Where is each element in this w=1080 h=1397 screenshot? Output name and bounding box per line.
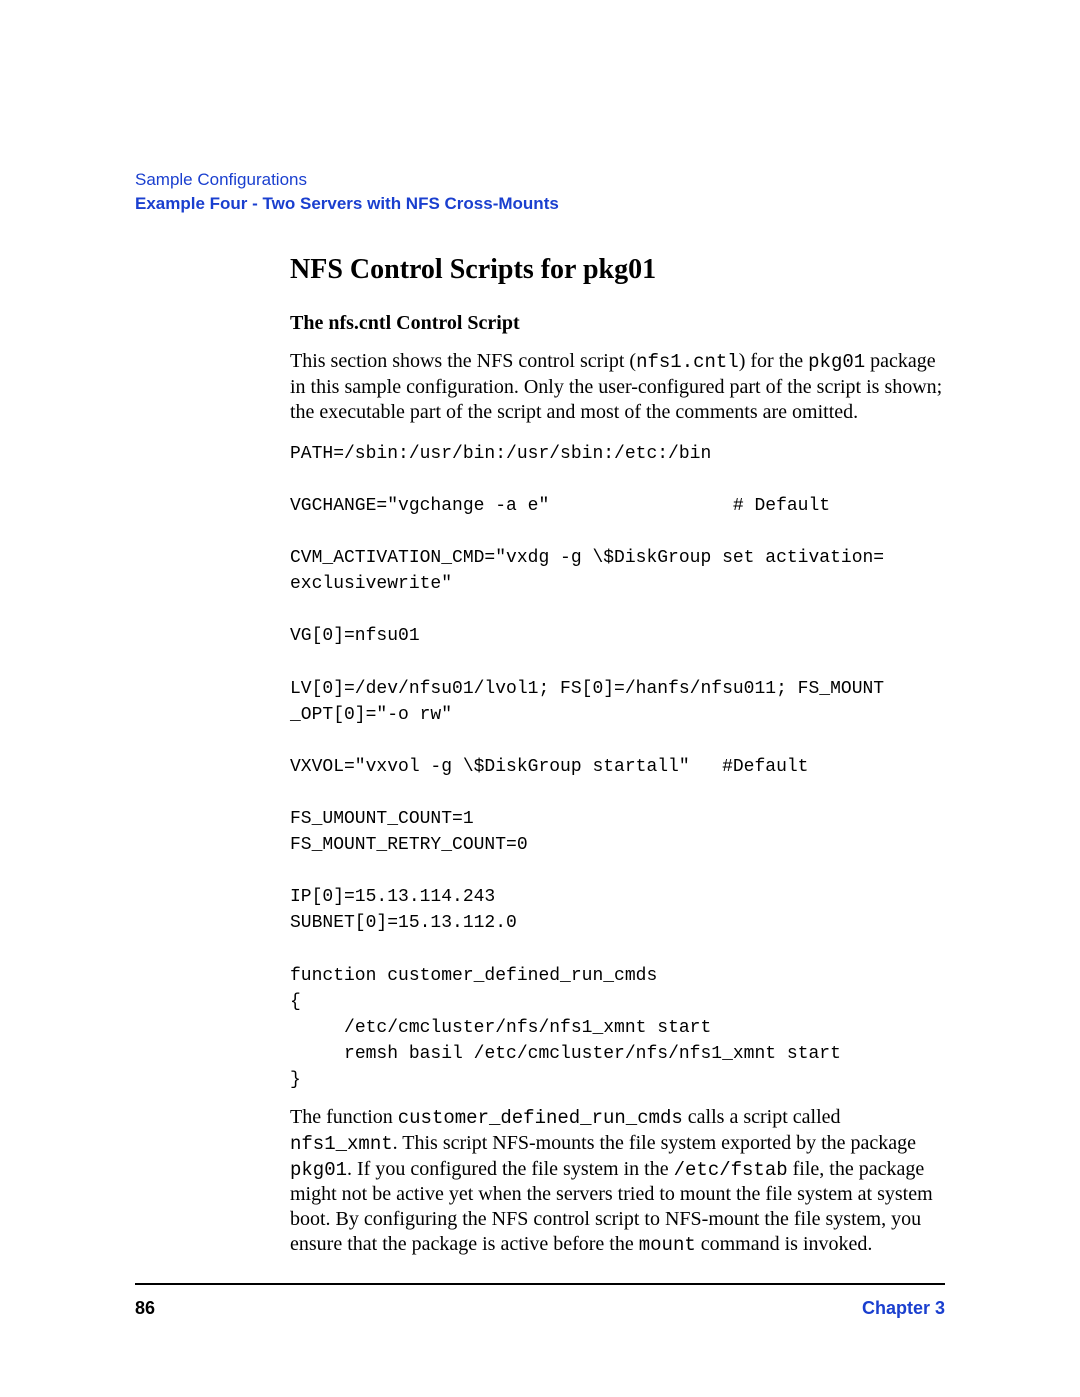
page-number: 86 (135, 1298, 155, 1319)
footer: 86 Chapter 3 (135, 1298, 945, 1319)
code-block: PATH=/sbin:/usr/bin:/usr/sbin:/etc:/bin … (290, 441, 945, 1093)
breadcrumb: Sample Configurations (135, 170, 945, 190)
closing-pre: The function (290, 1106, 398, 1128)
inline-code-nfs1xmnt: nfs1_xmnt (290, 1133, 393, 1155)
page: Sample Configurations Example Four - Two… (0, 0, 1080, 1397)
section-subheading: The nfs.cntl Control Script (290, 312, 945, 335)
inline-code-fstab: /etc/fstab (674, 1159, 788, 1181)
closing-paragraph: The function customer_defined_run_cmds c… (290, 1105, 945, 1258)
chapter-label[interactable]: Chapter 3 (862, 1298, 945, 1319)
inline-code-nfs1cntl: nfs1.cntl (636, 351, 739, 373)
inline-code-pkg01b: pkg01 (290, 1159, 347, 1181)
footer-rule (135, 1283, 945, 1285)
closing-mid1: calls a script called (683, 1106, 841, 1128)
content-area: NFS Control Scripts for pkg01 The nfs.cn… (290, 254, 945, 1258)
header-title: Example Four - Two Servers with NFS Cros… (135, 194, 945, 214)
closing-post: command is invoked. (696, 1233, 873, 1255)
intro-text-pre: This section shows the NFS control scrip… (290, 350, 636, 372)
section-heading: NFS Control Scripts for pkg01 (290, 254, 945, 286)
closing-mid2: . This script NFS-mounts the file system… (393, 1132, 916, 1154)
intro-paragraph: This section shows the NFS control scrip… (290, 349, 945, 425)
inline-code-pkg01: pkg01 (808, 351, 865, 373)
inline-code-func: customer_defined_run_cmds (398, 1107, 683, 1129)
inline-code-mount: mount (639, 1234, 696, 1256)
closing-mid3: . If you configured the file system in t… (347, 1158, 674, 1180)
intro-text-mid: ) for the (739, 350, 808, 372)
